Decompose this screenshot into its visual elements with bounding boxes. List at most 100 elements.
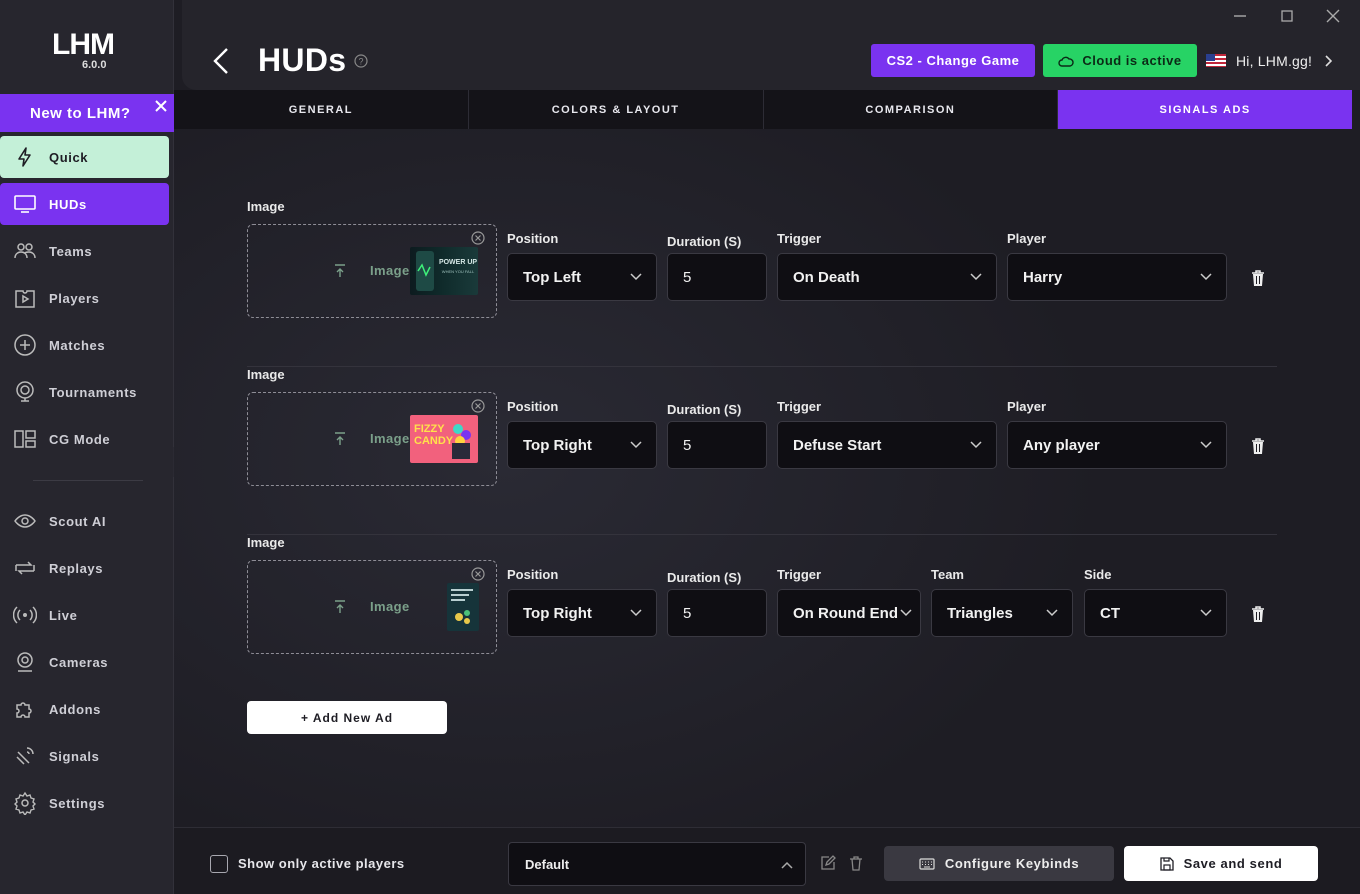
- sidebar-item-cameras[interactable]: Cameras: [0, 641, 174, 683]
- image-dropzone[interactable]: Image FIZZY CANDY: [247, 392, 497, 486]
- close-icon[interactable]: [154, 99, 168, 113]
- thumb-headline: FIZZY: [414, 423, 445, 435]
- tab-signals-ads[interactable]: SIGNALS ADS: [1058, 90, 1352, 129]
- page-title: HUDs: [258, 42, 347, 78]
- upload-icon: [335, 600, 345, 613]
- tab-general[interactable]: GENERAL: [174, 90, 469, 129]
- trigger-select[interactable]: On Death: [777, 253, 997, 301]
- preset-select[interactable]: Default: [508, 842, 806, 886]
- change-game-button[interactable]: CS2 - Change Game: [871, 44, 1035, 77]
- sidebar-item-label: CG Mode: [49, 431, 111, 447]
- image-label: Image: [247, 199, 285, 214]
- active-players-checkbox[interactable]: [210, 855, 228, 873]
- help-icon[interactable]: ?: [354, 54, 368, 68]
- image-dropzone[interactable]: Image: [247, 560, 497, 654]
- duration-input[interactable]: 5: [667, 253, 767, 301]
- cloud-status-label: Cloud is active: [1082, 53, 1182, 68]
- edit-icon[interactable]: [820, 855, 836, 871]
- sidebar-item-matches[interactable]: Matches: [0, 324, 174, 366]
- thumb-subline: WHEN YOU FALL: [442, 269, 475, 274]
- sidebar-item-signals[interactable]: Signals: [0, 735, 174, 777]
- maximize-icon[interactable]: [1279, 8, 1295, 24]
- trigger-value: On Death: [793, 268, 860, 286]
- sidebar-item-tournaments[interactable]: Tournaments: [0, 371, 174, 413]
- sidebar-item-quick[interactable]: Quick: [0, 136, 169, 178]
- chevron-down-icon: [970, 273, 982, 281]
- ad-row: Image Image Position Top Right Duration …: [247, 535, 1277, 703]
- remove-image-icon[interactable]: [471, 399, 485, 413]
- sidebar-item-scout-ai[interactable]: Scout AI: [0, 500, 174, 542]
- promo-banner[interactable]: New to LHM?: [0, 94, 174, 132]
- remove-image-icon[interactable]: [471, 231, 485, 245]
- upload-icon: [335, 432, 345, 445]
- us-flag-icon: [1206, 54, 1226, 67]
- sidebar-item-replays[interactable]: Replays: [0, 547, 174, 589]
- sidebar-item-players[interactable]: Players: [0, 277, 174, 319]
- chevron-down-icon: [630, 273, 642, 281]
- minimize-icon[interactable]: [1232, 8, 1248, 24]
- cloud-icon: [1058, 56, 1075, 67]
- sidebar-item-teams[interactable]: Teams: [0, 230, 174, 272]
- delete-ad-icon[interactable]: [1250, 269, 1266, 287]
- chevron-right-icon: [1325, 54, 1333, 67]
- back-arrow-icon[interactable]: [212, 47, 230, 75]
- sidebar-item-cg-mode[interactable]: CG Mode: [0, 418, 174, 460]
- side-select[interactable]: CT: [1084, 589, 1227, 637]
- player-select[interactable]: Any player: [1007, 421, 1227, 469]
- duration-input[interactable]: 5: [667, 589, 767, 637]
- position-select[interactable]: Top Right: [507, 421, 657, 469]
- image-dropzone[interactable]: Image POWER UP WHEN YOU FALL: [247, 224, 497, 318]
- cloud-status-button[interactable]: Cloud is active: [1043, 44, 1197, 77]
- satellite-icon: [16, 747, 34, 765]
- chevron-down-icon: [630, 609, 642, 617]
- chevron-down-icon: [1200, 273, 1212, 281]
- save-label: Save and send: [1183, 856, 1283, 871]
- player-label: Player: [1007, 399, 1047, 414]
- footer-bar: Show only active players Default Configu…: [174, 827, 1360, 894]
- player-select[interactable]: Harry: [1007, 253, 1227, 301]
- trigger-select[interactable]: Defuse Start: [777, 421, 997, 469]
- delete-ad-icon[interactable]: [1250, 437, 1266, 455]
- position-select[interactable]: Top Left: [507, 253, 657, 301]
- sidebar-item-label: Teams: [49, 243, 93, 259]
- trigger-label: Trigger: [777, 231, 822, 246]
- eye-icon: [14, 514, 36, 528]
- ad-row: Image Image POWER UP WHEN YOU FALL Posit…: [247, 199, 1277, 367]
- sidebar-item-settings[interactable]: Settings: [0, 782, 174, 824]
- trigger-value: On Round End: [793, 604, 898, 622]
- sidebar-item-label: Settings: [49, 795, 106, 811]
- sidebar-item-label: Scout AI: [49, 513, 107, 529]
- trash-icon[interactable]: [848, 855, 864, 871]
- active-players-label[interactable]: Show only active players: [238, 856, 405, 871]
- trigger-select[interactable]: On Round End: [777, 589, 921, 637]
- position-select[interactable]: Top Right: [507, 589, 657, 637]
- dropzone-label: Image: [370, 599, 410, 614]
- team-select[interactable]: Triangles: [931, 589, 1073, 637]
- duration-input[interactable]: 5: [667, 421, 767, 469]
- sidebar-item-label: Addons: [49, 701, 101, 717]
- keyboard-icon: [919, 857, 935, 870]
- configure-keybinds-button[interactable]: Configure Keybinds: [884, 846, 1114, 881]
- add-new-ad-button[interactable]: + Add New Ad: [247, 701, 447, 734]
- player-icon: [15, 290, 35, 308]
- save-and-send-button[interactable]: Save and send: [1124, 846, 1318, 881]
- promo-label: New to LHM?: [30, 104, 131, 122]
- remove-image-icon[interactable]: [471, 567, 485, 581]
- user-menu[interactable]: Hi, LHM.gg!: [1206, 44, 1333, 77]
- keybinds-label: Configure Keybinds: [944, 856, 1080, 871]
- save-icon: [1159, 856, 1174, 871]
- tab-colors-layout[interactable]: COLORS & LAYOUT: [469, 90, 764, 129]
- lightning-icon: [18, 147, 31, 167]
- close-window-icon[interactable]: [1325, 8, 1341, 24]
- delete-ad-icon[interactable]: [1250, 605, 1266, 623]
- sidebar-item-huds[interactable]: HUDs: [0, 183, 169, 225]
- sidebar-item-addons[interactable]: Addons: [0, 688, 174, 730]
- layout-icon: [14, 430, 36, 448]
- position-value: Top Right: [523, 604, 592, 622]
- tab-comparison[interactable]: COMPARISON: [764, 90, 1059, 129]
- chevron-up-icon: [781, 861, 793, 869]
- sidebar-item-live[interactable]: Live: [0, 594, 174, 636]
- team-value: Triangles: [947, 604, 1013, 622]
- dropzone-label: Image: [370, 431, 410, 446]
- broadcast-icon: [13, 606, 37, 624]
